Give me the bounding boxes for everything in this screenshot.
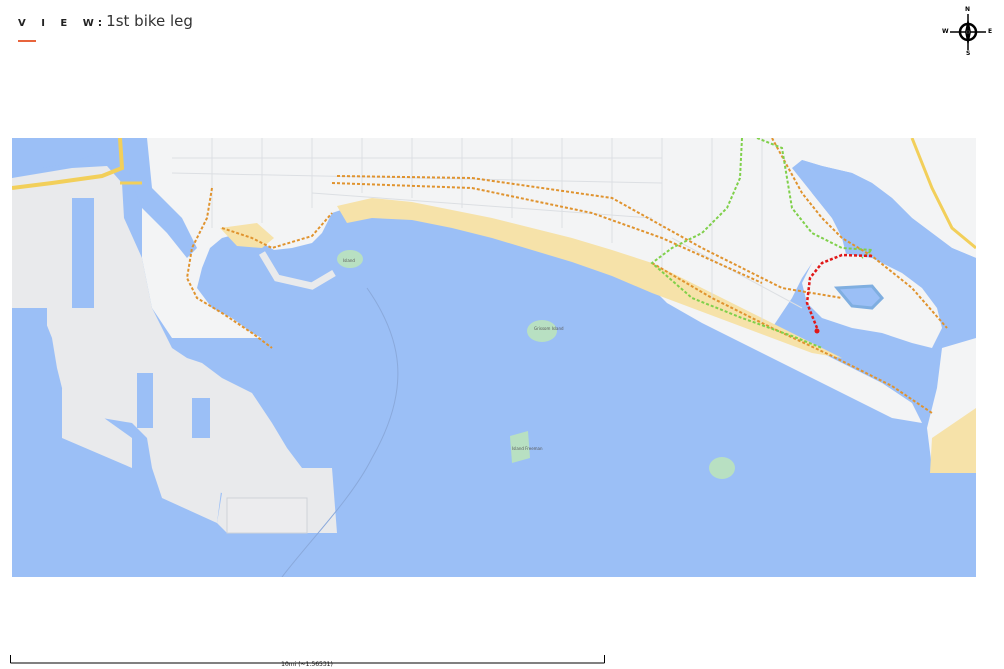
- view-label: V I E W: [18, 18, 100, 29]
- view-header: V I E W : 1st bike leg: [18, 12, 193, 30]
- map-view[interactable]: Island Grissom Island Island Freeman: [11, 137, 977, 578]
- view-title: 1st bike leg: [106, 12, 193, 30]
- compass-rose-icon: N S E W: [942, 6, 994, 58]
- island-label-1: Island: [343, 258, 355, 263]
- island-chaffee: [709, 457, 735, 479]
- scale-bar: [10, 649, 605, 664]
- map-svg: Island Grissom Island Island Freeman: [11, 137, 977, 578]
- island-label-3: Island Freeman: [512, 446, 543, 451]
- compass-west: W: [942, 28, 949, 35]
- scale-label: 10mi (~1:56531): [281, 661, 333, 668]
- island-grissom: [527, 320, 557, 342]
- title-underline: [18, 40, 36, 42]
- route-end-marker: [814, 328, 820, 334]
- compass-south: S: [966, 50, 971, 57]
- compass-north: N: [965, 6, 971, 13]
- view-separator: :: [97, 16, 103, 29]
- compass-east: E: [988, 28, 993, 35]
- island-label-2: Grissom Island: [534, 326, 564, 331]
